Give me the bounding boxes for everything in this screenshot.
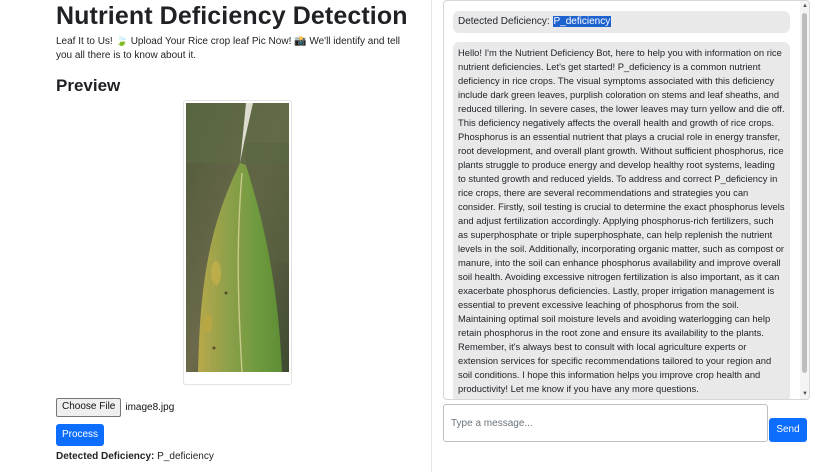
detected-deficiency-label: Detected Deficiency:	[56, 451, 155, 462]
page-subtitle: Leaf It to Us! 🍃 Upload Your Rice crop l…	[56, 36, 401, 61]
choose-file-button[interactable]: Choose File	[56, 397, 122, 417]
scroll-down-arrow-icon[interactable]: ▼	[802, 391, 808, 397]
process-button[interactable]: Process	[56, 424, 104, 446]
rice-leaf-image	[186, 103, 289, 372]
chat-window: Detected Deficiency: P_deficiency Hello!…	[443, 0, 810, 400]
chat-message-bot: Hello! I'm the Nutrient Deficiency Bot, …	[453, 42, 790, 399]
detected-deficiency-value: P_deficiency	[157, 451, 214, 462]
scroll-up-arrow-icon[interactable]: ▲	[802, 3, 808, 9]
detected-deficiency-result: Detected Deficiency: P_deficiency	[56, 451, 214, 462]
preview-heading: Preview	[56, 76, 121, 95]
column-divider	[431, 0, 432, 472]
left-panel: Nutrient Deficiency Detection Leaf It to…	[56, 0, 416, 472]
chat-message-prefix: Detected Deficiency:	[458, 16, 553, 27]
chat-scrollbar[interactable]: ▲ ▼	[800, 1, 809, 399]
highlighted-deficiency: P_deficiency	[552, 16, 612, 27]
send-button[interactable]: Send	[769, 418, 807, 442]
scroll-thumb[interactable]	[802, 13, 807, 373]
chat-message-user: Detected Deficiency: P_deficiency	[453, 11, 790, 33]
message-input[interactable]	[443, 404, 768, 442]
preview-image-frame	[183, 100, 292, 385]
page-title: Nutrient Deficiency Detection	[56, 2, 408, 30]
file-input-row: Choose File image8.jpg	[56, 397, 175, 417]
selected-file-name: image8.jpg	[125, 401, 175, 413]
